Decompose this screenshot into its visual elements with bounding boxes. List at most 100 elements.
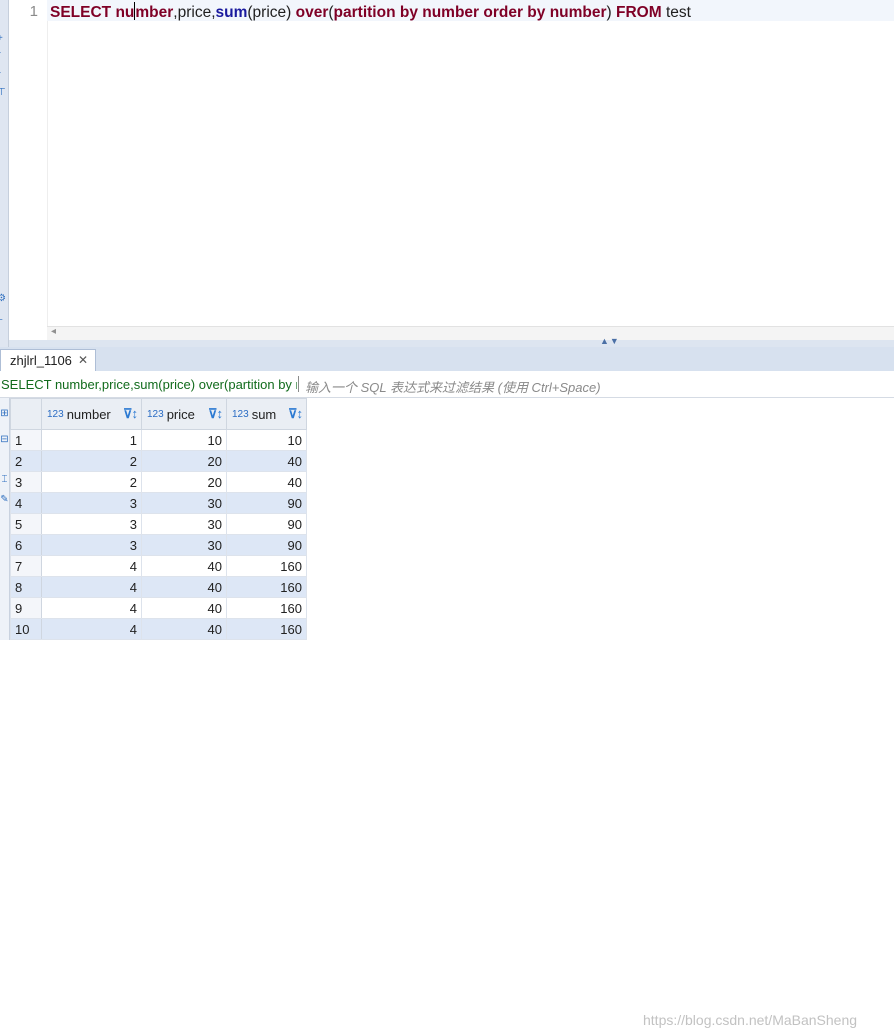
cell-number[interactable]: 4 <box>41 576 142 598</box>
plus-icon[interactable]: + <box>0 34 3 44</box>
cell-number[interactable]: 4 <box>41 597 142 619</box>
cursor-icon[interactable]: ⌐ <box>0 316 3 326</box>
column-name: sum <box>251 406 277 422</box>
column-name: number <box>66 406 111 422</box>
row-number[interactable]: 1 <box>10 429 42 451</box>
table-row[interactable]: 9 4 40 160 <box>10 597 307 619</box>
filter-sort-icon[interactable]: ⊽↕ <box>123 406 138 422</box>
row-number[interactable]: 5 <box>10 513 42 535</box>
panel-splitter[interactable]: ▲▼ <box>9 336 894 347</box>
filter-sort-icon[interactable]: ⊽↕ <box>208 406 223 422</box>
cell-sum[interactable]: 160 <box>226 597 307 619</box>
line-number-gutter: 1 <box>9 0 48 340</box>
sql-token-keyword: mber <box>135 4 174 21</box>
table-row[interactable]: 7 4 40 160 <box>10 555 307 577</box>
cell-price[interactable]: 10 <box>141 429 227 451</box>
row-number[interactable]: 8 <box>10 576 42 598</box>
result-grid-area: ⊞ ⊟ ⌶ ✎ 123 number ⊽↕ 123 price ⊽↕ 123 sum … <box>0 398 894 1028</box>
table-row[interactable]: 3 2 20 40 <box>10 471 307 493</box>
cell-number[interactable]: 3 <box>41 492 142 514</box>
cell-sum[interactable]: 160 <box>226 618 307 640</box>
sql-token-function: sum <box>215 4 248 21</box>
sql-editor[interactable]: 1 SELECT number,price,sum(price) over(pa… <box>9 0 894 341</box>
cell-number[interactable]: 4 <box>41 618 142 640</box>
sql-token-keyword: FROM <box>616 4 662 21</box>
cell-sum[interactable]: 40 <box>226 450 307 472</box>
grid-view-icon[interactable]: ⊞ <box>0 408 9 420</box>
row-number[interactable]: 4 <box>10 492 42 514</box>
table-row[interactable]: 8 4 40 160 <box>10 576 307 598</box>
row-number[interactable]: 6 <box>10 534 42 556</box>
result-filter-bar: SELECT number,price,sum(price) over(part… <box>0 371 894 398</box>
cell-price[interactable]: 20 <box>141 471 227 493</box>
sql-token-plain: ,price, <box>173 4 216 21</box>
collapse-arrows-icon[interactable]: ▲▼ <box>600 336 620 346</box>
cell-sum[interactable]: 40 <box>226 471 307 493</box>
cell-price[interactable]: 40 <box>141 555 227 577</box>
cell-price[interactable]: 30 <box>141 492 227 514</box>
cell-sum[interactable]: 90 <box>226 513 307 535</box>
numeric-type-icon: 123 <box>147 408 164 420</box>
line-number: 1 <box>29 3 38 20</box>
numeric-type-icon: 123 <box>47 408 64 420</box>
row-number[interactable]: 3 <box>10 471 42 493</box>
table-row[interactable]: 4 3 30 90 <box>10 492 307 514</box>
table-row[interactable]: 1 1 10 10 <box>10 429 307 451</box>
scroll-left-icon[interactable]: ◂ <box>51 326 56 337</box>
table-row[interactable]: 10 4 40 160 <box>10 618 307 640</box>
cell-sum[interactable]: 90 <box>226 492 307 514</box>
tab-results[interactable]: zhjlrl_1106 ✕ <box>0 349 96 372</box>
sql-statement[interactable]: SELECT number,price,sum(price) over(part… <box>50 2 691 22</box>
divider <box>298 376 299 392</box>
grid-icon[interactable]: ⊟ <box>0 434 9 446</box>
cell-sum[interactable]: 10 <box>226 429 307 451</box>
cell-number[interactable]: 3 <box>41 534 142 556</box>
sql-token-plain: (price) <box>247 4 296 21</box>
cell-number[interactable]: 4 <box>41 555 142 577</box>
side-panel-tabs: ⊞ ⊟ ⌶ ✎ <box>0 398 10 640</box>
arrow-up-icon[interactable]: ↑ <box>0 70 2 80</box>
cell-sum[interactable]: 160 <box>226 576 307 598</box>
table-row[interactable]: 5 3 30 90 <box>10 513 307 535</box>
cell-price[interactable]: 40 <box>141 597 227 619</box>
arrow-up-icon[interactable]: ↑ <box>0 50 2 60</box>
column-header-sum[interactable]: 123 sum ⊽↕ <box>226 398 307 430</box>
watermark: https://blog.csdn.net/MaBanSheng <box>643 1012 858 1028</box>
cell-number[interactable]: 1 <box>41 429 142 451</box>
close-icon[interactable]: ✕ <box>78 353 88 367</box>
cell-sum[interactable]: 90 <box>226 534 307 556</box>
cell-price[interactable]: 40 <box>141 618 227 640</box>
cell-number[interactable]: 2 <box>41 471 142 493</box>
cell-sum[interactable]: 160 <box>226 555 307 577</box>
sql-token-keyword: SELECT <box>50 4 116 21</box>
record-view-icon[interactable]: ✎ <box>0 494 9 506</box>
row-number[interactable]: 7 <box>10 555 42 577</box>
row-number[interactable]: 10 <box>10 618 42 640</box>
sql-token-plain: test <box>661 4 691 21</box>
column-name: price <box>166 406 195 422</box>
cell-price[interactable]: 20 <box>141 450 227 472</box>
table-row[interactable]: 6 3 30 90 <box>10 534 307 556</box>
row-number[interactable]: 9 <box>10 597 42 619</box>
results-tab-bar: zhjlrl_1106 ✕ <box>0 347 894 372</box>
cell-price[interactable]: 40 <box>141 576 227 598</box>
sql-token-plain: ) <box>606 4 617 21</box>
row-number[interactable]: 2 <box>10 450 42 472</box>
cell-price[interactable]: 30 <box>141 513 227 535</box>
filter-sort-icon[interactable]: ⊽↕ <box>288 406 303 422</box>
column-header-number[interactable]: 123 number ⊽↕ <box>41 398 142 430</box>
text-view-icon[interactable]: ⌶ <box>0 474 9 486</box>
cell-number[interactable]: 2 <box>41 450 142 472</box>
query-text: SELECT number,price,sum(price) over(part… <box>1 377 297 392</box>
bar-icon[interactable]: ⊤ <box>0 88 6 98</box>
table-header-row: 123 number ⊽↕ 123 price ⊽↕ 123 sum ⊽↕ <box>10 398 307 430</box>
cell-number[interactable]: 3 <box>41 513 142 535</box>
sql-token-keyword: partition by number order by number <box>333 4 607 21</box>
horizontal-scrollbar[interactable]: ◂ <box>47 326 894 341</box>
filter-input[interactable]: 输入一个 SQL 表达式来过滤结果 (使用 Ctrl+Space) <box>305 377 601 396</box>
column-header-price[interactable]: 123 price ⊽↕ <box>141 398 227 430</box>
table-row[interactable]: 2 2 20 40 <box>10 450 307 472</box>
cell-price[interactable]: 30 <box>141 534 227 556</box>
settings-icon[interactable]: ⚙ <box>0 294 6 304</box>
row-number-header[interactable] <box>10 398 42 430</box>
